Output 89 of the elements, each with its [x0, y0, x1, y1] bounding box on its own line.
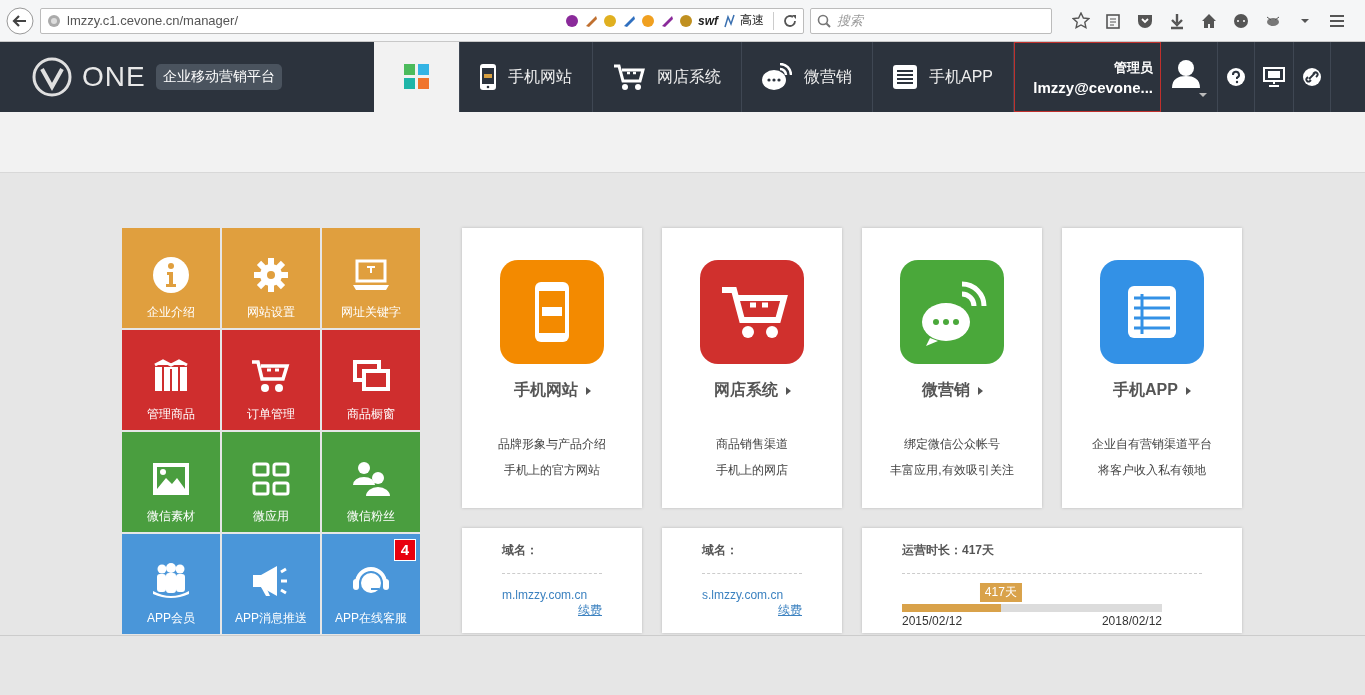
description-text: 绑定微信公众帐号 [904, 436, 1000, 453]
product-link[interactable]: 手机网站 [513, 380, 591, 401]
menu-tile[interactable]: 商品橱窗 [322, 330, 420, 430]
menu-tile[interactable]: 订单管理 [222, 330, 320, 430]
help-icon[interactable] [1226, 67, 1246, 87]
tile-label: APP在线客服 [335, 611, 407, 626]
tile-label: 微应用 [253, 509, 289, 524]
product-link[interactable]: 微营销 [921, 380, 983, 401]
tile-label: 订单管理 [247, 407, 295, 422]
description-text: 品牌形象与产品介绍 [498, 436, 606, 453]
menu-tile[interactable]: APP在线客服 4 [322, 534, 420, 634]
user-box[interactable]: 管理员 lmzzy@cevone... [1014, 42, 1161, 112]
tile-label: 网站设置 [247, 305, 295, 320]
product-link[interactable]: 网店系统 [713, 380, 791, 401]
chat-bubble-icon [762, 63, 792, 91]
search-icon [817, 13, 831, 28]
menu-tile[interactable]: 微应用 [222, 432, 320, 532]
renew-link[interactable]: 续费 [778, 602, 802, 619]
nav-label: 手机网站 [508, 66, 572, 87]
count-badge: 4 [393, 539, 416, 561]
menu-tile[interactable]: APP消息推送 [222, 534, 320, 634]
tile-label: 管理商品 [147, 407, 195, 422]
domain-link[interactable]: s.lmzzy.com.cn [702, 588, 802, 602]
product-link[interactable]: 手机APP [1113, 380, 1191, 401]
extension-icon[interactable] [565, 13, 579, 28]
nav-label: 微营销 [804, 66, 852, 87]
menu-tile[interactable]: 管理商品 [122, 330, 220, 430]
domain-label: 域名： [702, 542, 802, 574]
nav-tab[interactable] [374, 42, 460, 112]
menu-tile[interactable]: 微信粉丝 [322, 432, 420, 532]
domain-label: 域名： [502, 542, 602, 574]
tagline: 企业移动营销平台 [155, 64, 282, 90]
caret-icon [977, 386, 983, 395]
chat-bubble-icon[interactable] [900, 260, 1004, 364]
description-text: 将客户收入私有领地 [1098, 462, 1206, 479]
users-icon [351, 459, 391, 499]
tile-label: 企业介绍 [147, 305, 195, 320]
description-text: 丰富应用,有效吸引关注 [890, 462, 1014, 479]
extension-label[interactable]: 高速 [740, 12, 764, 29]
search-field[interactable]: 搜索 [810, 7, 1052, 34]
end-date: 2018/02/12 [1101, 614, 1162, 628]
list-icon[interactable] [1100, 260, 1204, 364]
phone-icon [480, 64, 496, 90]
user-icon[interactable] [1169, 57, 1209, 97]
globe-icon [47, 13, 61, 28]
caret-icon [585, 386, 591, 395]
home-icon[interactable] [1200, 11, 1218, 30]
description-text: 手机上的官方网站 [504, 462, 600, 479]
download-icon[interactable] [1168, 11, 1186, 30]
address-bar[interactable]: lmzzy.c1.cevone.cn/manager/ swf 高速 [40, 7, 804, 34]
gear-icon [251, 255, 291, 295]
runtime-label: 运营时长：417天 [902, 542, 1202, 574]
reload-icon[interactable] [783, 13, 797, 28]
cart-icon[interactable] [700, 260, 804, 364]
user-account: lmzzy@cevone... [1033, 78, 1153, 96]
list-icon [893, 65, 917, 89]
start-date: 2015/02/12 [902, 614, 963, 628]
tile-label: APP会员 [147, 611, 195, 626]
domain-link[interactable]: m.lmzzy.com.cn [502, 588, 602, 602]
tile-label: 微信粉丝 [347, 509, 395, 524]
star-icon[interactable] [1072, 11, 1090, 30]
tile-label: APP消息推送 [235, 611, 307, 626]
description-text: 企业自有营销渠道平台 [1092, 436, 1212, 453]
logo-text: ONE [82, 61, 146, 93]
caret-icon [1185, 386, 1191, 395]
description-text: 手机上的网店 [716, 462, 788, 479]
extension-icon[interactable] [723, 13, 735, 28]
tile-label: 商品橱窗 [347, 407, 395, 422]
info-icon [151, 255, 191, 295]
description-text: 商品销售渠道 [716, 436, 788, 453]
clipboard-icon[interactable] [1104, 11, 1122, 30]
extension-label[interactable]: swf [698, 13, 718, 28]
tile-label: 微信素材 [147, 509, 195, 524]
progress-tooltip: 417天 [979, 583, 1022, 602]
url-text: lmzzy.c1.cevone.cn/manager/ [67, 13, 239, 28]
back-icon[interactable] [6, 6, 34, 35]
group-icon [151, 561, 191, 601]
tiles-icon [403, 64, 430, 90]
renew-link[interactable]: 续费 [578, 602, 602, 619]
monitor-icon[interactable] [1263, 67, 1285, 87]
cart-icon [613, 63, 645, 91]
menu-tile[interactable]: 微信素材 [122, 432, 220, 532]
menu-tile[interactable]: APP会员 [122, 534, 220, 634]
user-role: 管理员 [1114, 58, 1153, 77]
caret-icon [785, 386, 791, 395]
link-icon[interactable] [1302, 67, 1322, 87]
nav-label: 网店系统 [657, 66, 721, 87]
tile-label: 网址关键字 [341, 305, 401, 320]
nav-label: 手机APP [929, 66, 993, 87]
